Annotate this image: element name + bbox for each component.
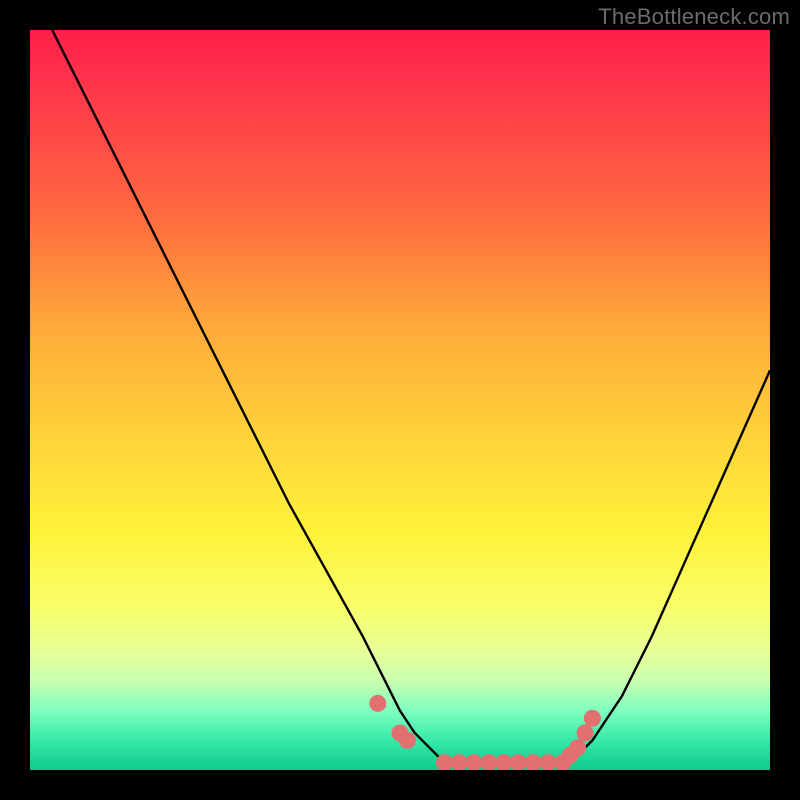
marker-dot (540, 754, 557, 770)
marker-dot (525, 754, 542, 770)
marker-dot (399, 732, 416, 749)
watermark-text: TheBottleneck.com (598, 4, 790, 30)
marker-group (369, 695, 601, 770)
marker-dot (577, 725, 594, 742)
chart-frame: TheBottleneck.com (0, 0, 800, 800)
curve-right (570, 370, 770, 762)
curve-left (52, 30, 444, 763)
marker-dot (495, 754, 512, 770)
marker-dot (480, 754, 497, 770)
plot-area (30, 30, 770, 770)
marker-dot (510, 754, 527, 770)
marker-dot (466, 754, 483, 770)
marker-dot (451, 754, 468, 770)
marker-dot (584, 710, 601, 727)
curve-group (52, 30, 770, 763)
marker-dot (369, 695, 386, 712)
bottleneck-curve-svg (30, 30, 770, 770)
marker-dot (569, 739, 586, 756)
